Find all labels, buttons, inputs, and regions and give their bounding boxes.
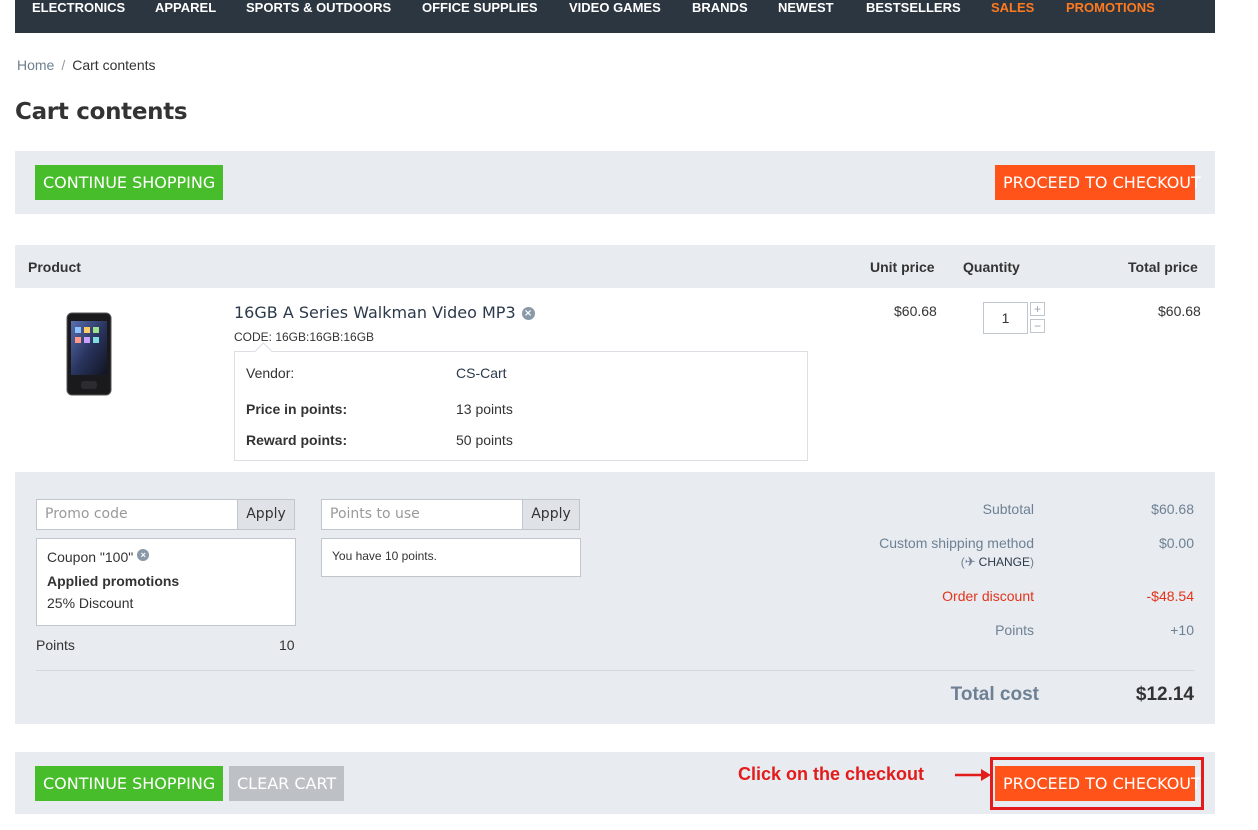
price-in-points-label: Price in points: <box>246 401 348 417</box>
nav-item-bestsellers[interactable]: BESTSELLERS <box>866 0 961 16</box>
top-button-bar: CONTINUE SHOPPING PROCEED TO CHECKOUT <box>15 151 1215 214</box>
nav-item-sales[interactable]: SALES <box>991 0 1034 16</box>
annotation-arrow-icon <box>955 769 991 781</box>
change-shipping-label[interactable]: CHANGE <box>979 555 1030 569</box>
quantity-decrease-button[interactable]: − <box>1030 319 1045 333</box>
cart-summary-panel: Promo code Apply Coupon "100" × Applied p… <box>15 472 1215 724</box>
change-close-paren: ) <box>1030 555 1034 569</box>
annotation-text: Click on the checkout <box>738 764 925 784</box>
promo-code-input[interactable]: Promo code <box>36 499 238 530</box>
coupon-line: Coupon "100" × <box>47 549 150 565</box>
reward-points-label: Reward points: <box>246 432 348 448</box>
subtotal-value: $60.68 <box>1151 501 1194 517</box>
clear-cart-button[interactable]: CLEAR CART <box>229 766 345 801</box>
unit-price: $60.68 <box>894 303 937 319</box>
header-unit-price: Unit price <box>870 259 935 275</box>
breadcrumb: Home / Cart contents <box>17 57 156 73</box>
nav-item-brands[interactable]: BRANDS <box>692 0 748 16</box>
points-info-box: You have 10 points. <box>321 538 581 577</box>
product-info-box: Vendor: CS-Cart Price in points: 13 poin… <box>234 351 808 461</box>
subtotal-label: Subtotal <box>982 501 1034 517</box>
change-shipping-link[interactable]: (✈ CHANGE) <box>961 554 1034 570</box>
breadcrumb-current: Cart contents <box>72 57 156 73</box>
coupon-label: Coupon "100" <box>47 549 134 565</box>
product-name-link[interactable]: 16GB A Series Walkman Video MP3 × <box>234 303 535 322</box>
points-apply-button[interactable]: Apply <box>522 499 580 530</box>
summary-points-value: +10 <box>1170 622 1194 638</box>
breadcrumb-separator: / <box>61 57 66 73</box>
quantity-increase-button[interactable]: + <box>1030 302 1045 316</box>
order-discount-label: Order discount <box>942 588 1034 604</box>
header-quantity: Quantity <box>963 259 1020 275</box>
vendor-label: Vendor: <box>246 365 295 381</box>
applied-discount: 25% Discount <box>47 595 134 611</box>
quantity-input[interactable]: 1 <box>983 302 1028 334</box>
remove-coupon-icon[interactable]: × <box>137 549 150 561</box>
product-image[interactable] <box>36 305 142 401</box>
airplane-icon: ✈ <box>964 554 976 569</box>
breadcrumb-home-link[interactable]: Home <box>17 57 54 73</box>
header-total-price: Total price <box>1128 259 1198 275</box>
points-row-label: Points <box>36 637 75 653</box>
summary-points-label: Points <box>995 622 1034 638</box>
product-code: CODE: 16GB:16GB:16GB <box>234 330 375 344</box>
shipping-value: $0.00 <box>1158 535 1194 551</box>
nav-item-promotions[interactable]: PROMOTIONS <box>1066 0 1155 16</box>
applied-coupon-box: Coupon "100" × Applied promotions 25% Dis… <box>36 538 296 626</box>
nav-item-sports-outdoors[interactable]: SPORTS & OUTDOORS <box>246 0 391 16</box>
total-cost-label: Total cost <box>950 684 1039 705</box>
page-title: Cart contents <box>15 99 188 125</box>
applied-promotions-title: Applied promotions <box>47 573 180 589</box>
summary-divider <box>36 670 1194 671</box>
order-discount-value: -$48.54 <box>1146 588 1194 604</box>
annotation-highlight-box <box>990 757 1204 810</box>
continue-shopping-button-bottom[interactable]: CONTINUE SHOPPING <box>35 766 224 801</box>
shipping-method-label: Custom shipping method <box>879 535 1034 551</box>
points-row-value: 10 <box>279 637 295 653</box>
total-cost-value: $12.14 <box>1135 684 1194 705</box>
nav-item-newest[interactable]: NEWEST <box>778 0 834 16</box>
proceed-to-checkout-button[interactable]: PROCEED TO CHECKOUT <box>995 165 1201 200</box>
item-total-price: $60.68 <box>1158 303 1201 319</box>
continue-shopping-button[interactable]: CONTINUE SHOPPING <box>35 165 224 200</box>
nav-item-apparel[interactable]: APPAREL <box>155 0 216 16</box>
top-navigation: ELECTRONICS APPAREL SPORTS & OUTDOORS OF… <box>15 0 1215 33</box>
points-to-use-input[interactable]: Points to use <box>321 499 523 530</box>
product-name[interactable]: 16GB A Series Walkman Video MP3 <box>234 303 516 322</box>
mp3-player-icon <box>66 312 112 396</box>
header-product: Product <box>28 259 81 275</box>
nav-item-video-games[interactable]: VIDEO GAMES <box>569 0 661 16</box>
reward-points-value: 50 points <box>456 432 513 448</box>
promo-apply-button[interactable]: Apply <box>237 499 295 530</box>
price-in-points-value: 13 points <box>456 401 513 417</box>
nav-item-electronics[interactable]: ELECTRONICS <box>32 0 125 16</box>
remove-item-icon[interactable]: × <box>521 307 535 320</box>
nav-item-office-supplies[interactable]: OFFICE SUPPLIES <box>422 0 538 16</box>
points-available-note: You have 10 points. <box>332 549 437 563</box>
cart-table-header: Product Unit price Quantity Total price <box>15 245 1215 288</box>
vendor-link[interactable]: CS-Cart <box>456 365 507 381</box>
